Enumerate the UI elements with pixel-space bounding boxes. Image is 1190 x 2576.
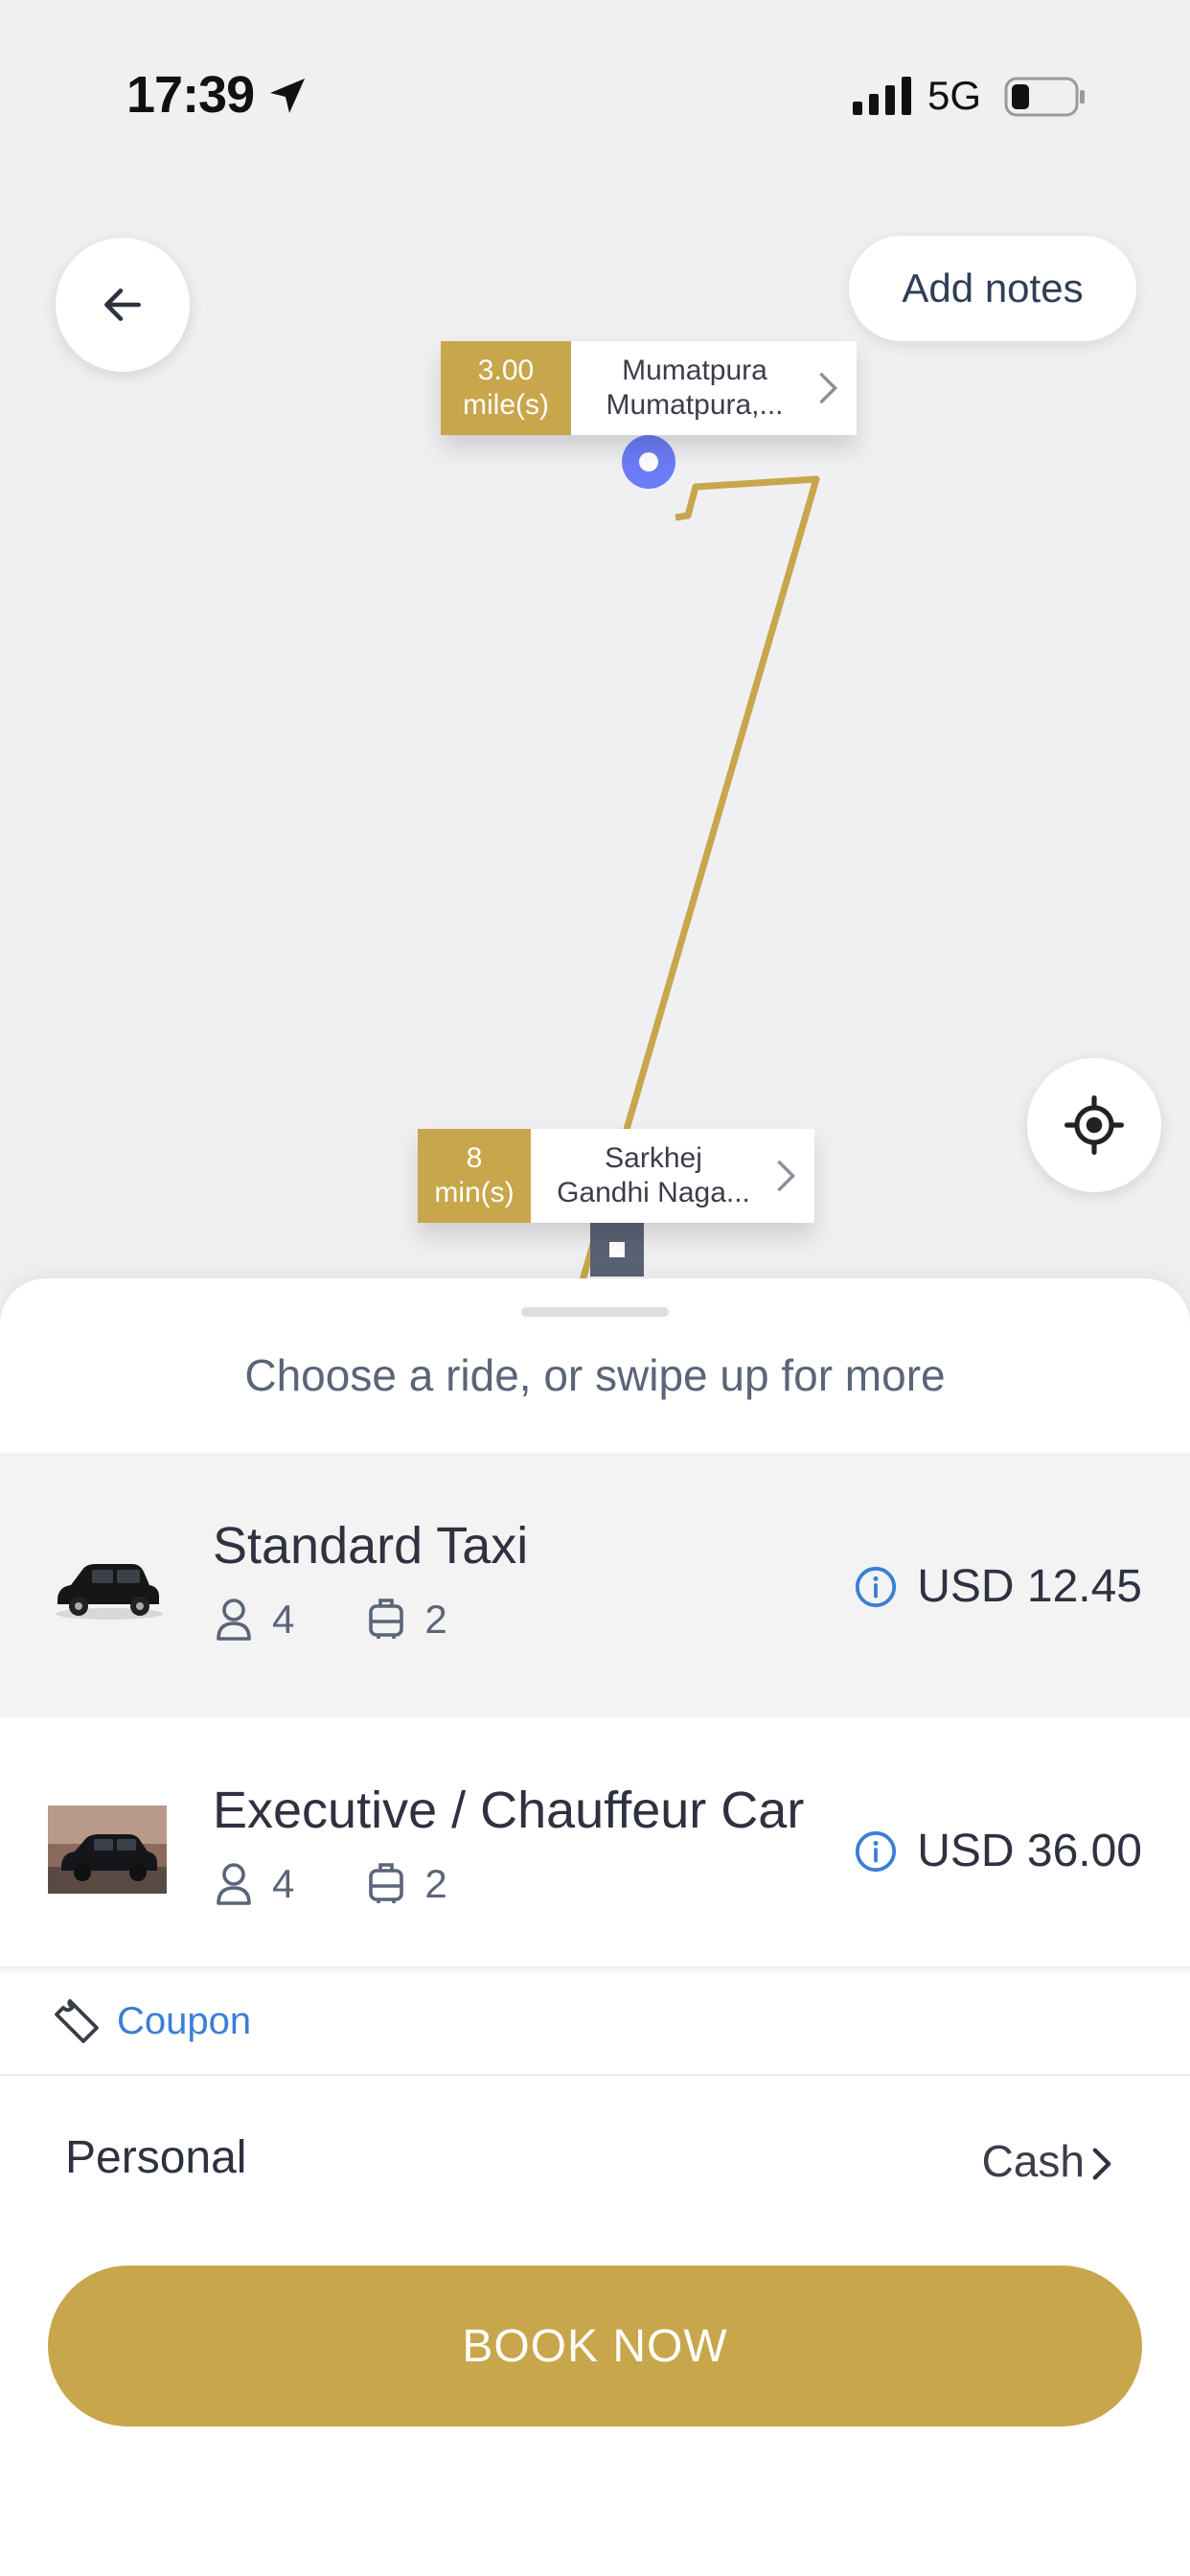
- passenger-count: 4: [272, 1861, 295, 1906]
- dropoff-marker: [590, 1223, 644, 1276]
- executive-car-image: [48, 1806, 167, 1894]
- pickup-address: Mumatpura Mumatpura,...: [571, 341, 857, 435]
- chevron-right-icon: [819, 372, 838, 404]
- dropoff-eta: 8 min(s): [418, 1129, 531, 1223]
- payment-profile[interactable]: Personal: [65, 2131, 246, 2184]
- dropoff-address-line2: Gandhi Naga...: [557, 1177, 750, 1208]
- pickup-address-line2: Mumatpura,...: [606, 389, 784, 421]
- divider: [0, 2074, 1190, 2076]
- ticket-icon: [55, 1999, 99, 2043]
- passenger-icon: [217, 1863, 251, 1905]
- sheet-hint: Choose a ride, or swipe up for more: [244, 1350, 946, 1400]
- dropoff-eta-unit: min(s): [434, 1177, 515, 1208]
- locate-me-button[interactable]: [1027, 1058, 1161, 1192]
- info-icon[interactable]: [854, 1565, 898, 1609]
- luggage-count: 2: [424, 1597, 447, 1642]
- pickup-distance: 3.00 mile(s): [441, 341, 571, 435]
- arrow-left-icon: [104, 288, 141, 321]
- taxi-car-image: [56, 1564, 163, 1620]
- ride-option-standard-taxi[interactable]: Standard Taxi 4 2 USD 12.45: [0, 1453, 1190, 1717]
- ride-price[interactable]: USD 36.00: [854, 1825, 1142, 1877]
- status-time: 17:39: [126, 66, 255, 124]
- back-button[interactable]: [56, 238, 190, 372]
- dropoff-eta-value: 8: [466, 1142, 483, 1174]
- coupon-label: Coupon: [117, 1999, 252, 2042]
- luggage-icon: [369, 1598, 404, 1639]
- ride-capacity: 4 2: [213, 1597, 447, 1643]
- passenger-count: 4: [272, 1597, 295, 1642]
- battery-icon: [1004, 77, 1085, 117]
- chevron-right-icon: [777, 1160, 796, 1192]
- ride-price-value: USD 36.00: [917, 1826, 1142, 1876]
- dropoff-callout[interactable]: 8 min(s) Sarkhej Gandhi Naga...: [418, 1129, 814, 1223]
- pickup-address-line1: Mumatpura: [622, 355, 767, 386]
- pickup-marker: [622, 435, 675, 489]
- coupon-button[interactable]: Coupon: [0, 1968, 1190, 2074]
- add-notes-button[interactable]: Add notes: [849, 236, 1136, 341]
- payment-method[interactable]: Cash: [982, 2135, 1085, 2187]
- crosshair-icon: [1064, 1095, 1124, 1155]
- chevron-right-icon[interactable]: [1090, 2147, 1113, 2181]
- network-type: 5G: [927, 73, 982, 118]
- ride-price[interactable]: USD 12.45: [854, 1560, 1142, 1613]
- pickup-callout[interactable]: 3.00 mile(s) Mumatpura Mumatpura,...: [441, 341, 857, 435]
- book-now-button[interactable]: BOOK NOW: [48, 2266, 1142, 2426]
- ride-option-executive-car[interactable]: Executive / Chauffeur Car 4 2 USD 36.00: [0, 1717, 1190, 1982]
- map-view[interactable]: [0, 0, 1190, 1284]
- signal-icon: [853, 77, 911, 115]
- dropoff-address-line1: Sarkhej: [605, 1142, 702, 1174]
- ride-price-value: USD 12.45: [917, 1561, 1142, 1612]
- info-icon[interactable]: [854, 1829, 898, 1874]
- passenger-icon: [217, 1598, 251, 1641]
- luggage-count: 2: [424, 1861, 447, 1906]
- pickup-distance-unit: mile(s): [463, 389, 549, 421]
- pickup-distance-value: 3.00: [477, 355, 535, 386]
- ride-name: Standard Taxi: [213, 1517, 529, 1575]
- ride-capacity: 4 2: [213, 1861, 447, 1907]
- sheet-grabber[interactable]: [521, 1307, 669, 1317]
- ride-name: Executive / Chauffeur Car: [213, 1782, 805, 1839]
- location-arrow-icon: [270, 79, 305, 113]
- dropoff-address: Sarkhej Gandhi Naga...: [531, 1129, 814, 1223]
- luggage-icon: [369, 1863, 404, 1903]
